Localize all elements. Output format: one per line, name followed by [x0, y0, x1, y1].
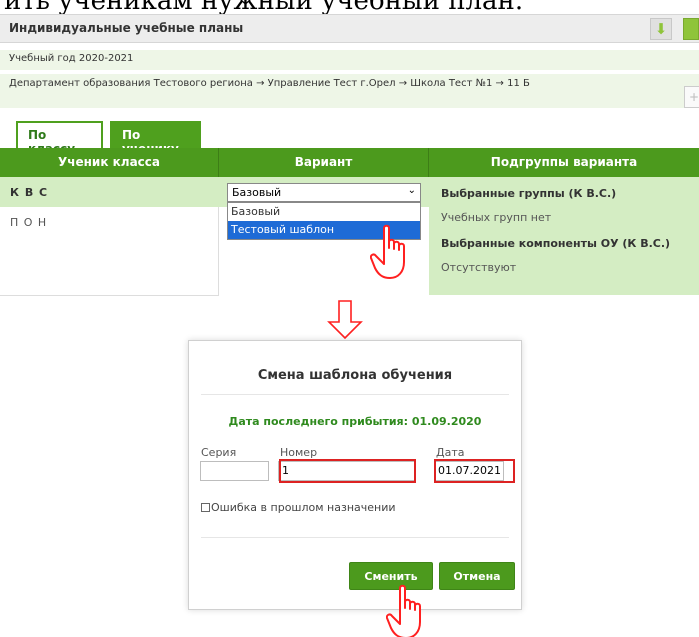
- date-highlight: [434, 459, 515, 483]
- pointer-hand-icon: [386, 584, 421, 637]
- change-template-dialog: Смена шаблона обучения Дата последнего п…: [188, 340, 522, 610]
- series-label: Серия: [201, 446, 237, 459]
- school-year: Учебный год 2020-2021: [9, 53, 134, 64]
- download-arrow-icon[interactable]: ⬇: [650, 18, 672, 40]
- breadcrumb: Департамент образования Тестового регион…: [0, 74, 699, 108]
- variant-select[interactable]: Базовый ⌄: [227, 183, 421, 202]
- panel-title: Индивидуальные учебные планы: [9, 21, 244, 35]
- number-highlight: [279, 459, 416, 483]
- variant-select-value: Базовый: [232, 186, 282, 199]
- dialog-divider-bottom: [201, 537, 509, 538]
- year-bar: Учебный год 2020-2021: [0, 50, 699, 70]
- components-value: Отсутствуют: [441, 261, 517, 274]
- cancel-button[interactable]: Отмена: [439, 562, 515, 590]
- side-button[interactable]: +: [684, 86, 699, 108]
- series-input[interactable]: [200, 461, 269, 481]
- dialog-title: Смена шаблона обучения: [257, 368, 453, 383]
- components-title: Выбранные компоненты ОУ (К В.С.): [441, 237, 671, 250]
- header-subgroups: Подгруппы варианта: [429, 148, 699, 177]
- date-label: Дата: [436, 446, 465, 459]
- groups-title: Выбранные группы (К В.С.): [441, 187, 617, 200]
- dialog-divider: [201, 394, 509, 395]
- error-checkbox-label: Ошибка в прошлом назначении: [211, 501, 396, 514]
- header-student: Ученик класса: [0, 148, 219, 177]
- last-arrival-date: Дата последнего прибытия: 01.09.2020: [228, 415, 482, 428]
- breadcrumb-text: Департамент образования Тестового регион…: [9, 78, 530, 89]
- student-row-2[interactable]: П О Н: [10, 216, 47, 229]
- groups-value: Учебных групп нет: [441, 211, 552, 224]
- chevron-down-icon: ⌄: [407, 185, 416, 196]
- number-label: Номер: [280, 446, 318, 459]
- pointer-hand-icon: [370, 224, 405, 279]
- students-grid: Ученик класса Вариант Подгруппы варианта…: [0, 148, 699, 296]
- variant-option-basic[interactable]: Базовый: [228, 203, 420, 221]
- row-divider: [0, 295, 219, 296]
- student-row-1[interactable]: К В С: [10, 186, 48, 199]
- panel-header: Индивидуальные учебные планы ⬇: [0, 14, 699, 43]
- green-action-button[interactable]: [683, 18, 699, 40]
- tab-by-student[interactable]: По ученику: [110, 121, 201, 156]
- down-arrow-icon: [327, 300, 363, 340]
- header-variant: Вариант: [219, 148, 429, 177]
- tab-by-class[interactable]: По классу: [16, 121, 103, 156]
- error-checkbox[interactable]: [201, 503, 210, 512]
